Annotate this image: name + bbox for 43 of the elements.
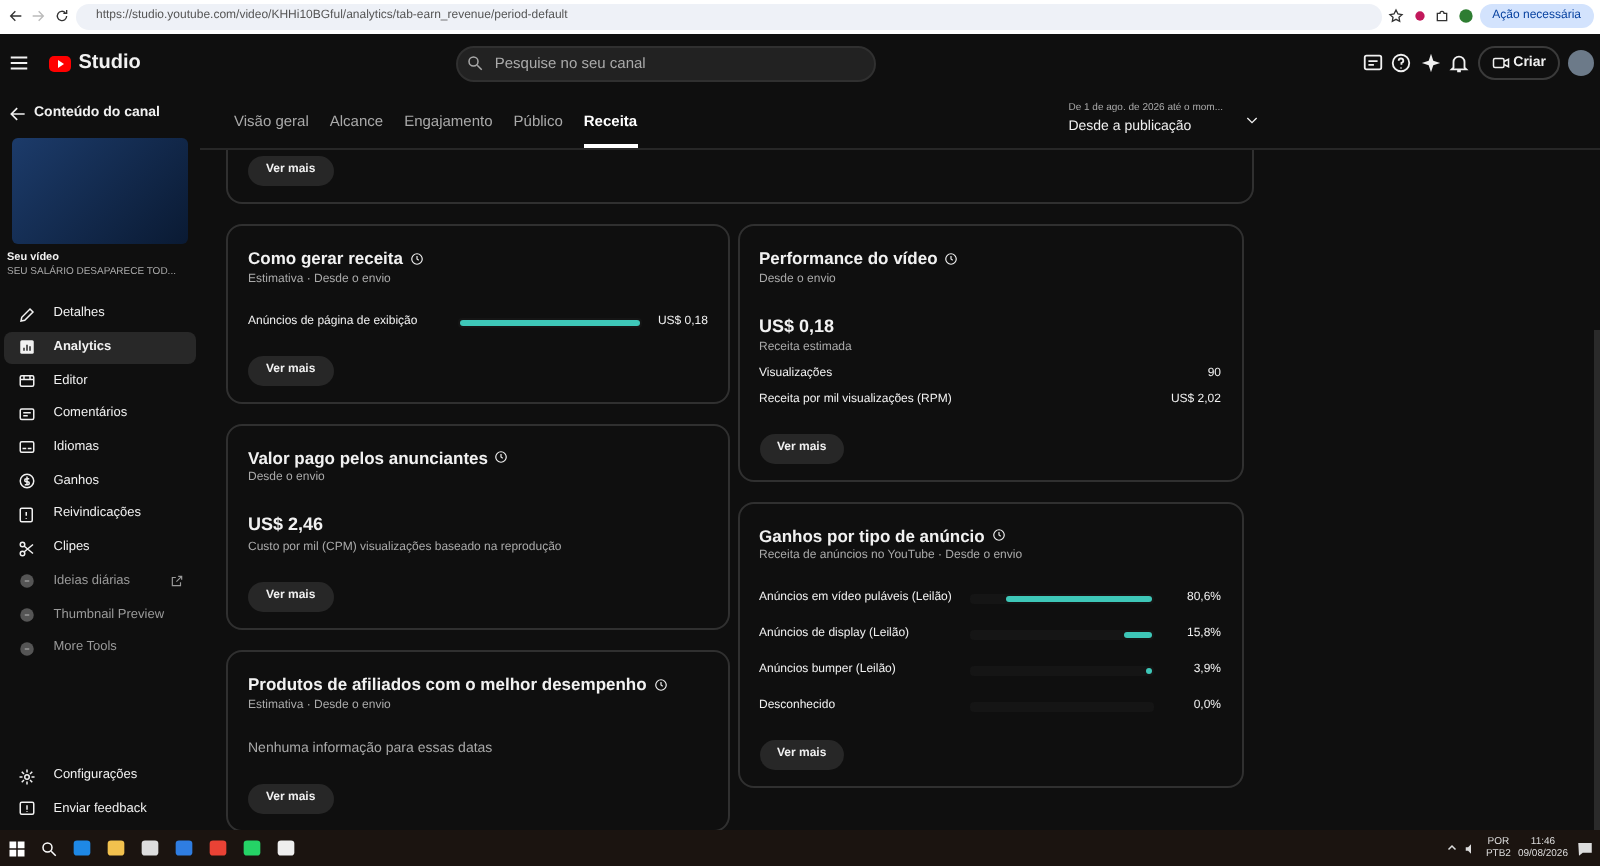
card-title: Performance do vídeo: [759, 245, 938, 272]
chevron-down-icon: [1244, 112, 1260, 129]
document-alert-icon: [17, 505, 36, 524]
metric-value: US$ 2,46: [248, 512, 326, 539]
camera-icon: [1491, 54, 1510, 73]
card-title: Valor pago pelos anunciantes: [248, 445, 488, 471]
subtitles-icon: [17, 438, 36, 457]
clock-icon[interactable]: [653, 677, 668, 692]
help-icon[interactable]: [1390, 52, 1413, 75]
film-icon: [17, 372, 36, 391]
chart-icon: [17, 338, 36, 357]
menu-icon[interactable]: [7, 52, 29, 75]
notification-icon[interactable]: [1575, 839, 1593, 858]
back-arrow-icon[interactable]: [7, 103, 27, 124]
sparkle-icon[interactable]: [1419, 52, 1442, 75]
clock-icon[interactable]: [944, 251, 959, 266]
bell-icon[interactable]: [1448, 52, 1471, 75]
star-icon[interactable]: [1388, 8, 1405, 25]
clock-icon[interactable]: [409, 251, 424, 266]
comment-icon: [17, 405, 36, 424]
external-link-icon: [170, 574, 185, 589]
feedback-icon: [17, 800, 36, 819]
reload-icon[interactable]: [53, 8, 69, 25]
card-title: Produtos de afiliados com o melhor desempenho: [248, 671, 647, 698]
scissors-icon: [17, 539, 36, 558]
card-title: Como gerar receita: [248, 245, 403, 272]
card-title: Ganhos por tipo de anúncio: [759, 523, 985, 549]
clock-icon[interactable]: [494, 450, 509, 465]
avatar-icon[interactable]: [1567, 50, 1593, 77]
dollar-icon: [17, 472, 36, 491]
back-arrow-icon[interactable]: [7, 8, 23, 25]
pencil-icon: [17, 305, 36, 324]
message-icon[interactable]: [1361, 52, 1384, 75]
clock-icon[interactable]: [991, 528, 1006, 543]
search-icon: [465, 54, 484, 73]
windows-start-icon[interactable]: [7, 839, 25, 858]
logo-text: Studio: [78, 50, 141, 79]
metric-value: US$ 0,18: [759, 313, 837, 340]
profile-icon[interactable]: [1457, 8, 1474, 25]
play-logo-icon[interactable]: [43, 51, 75, 76]
chevron-up-icon[interactable]: [1445, 842, 1458, 855]
settings-icon: [17, 767, 36, 786]
search-icon[interactable]: [39, 839, 57, 858]
